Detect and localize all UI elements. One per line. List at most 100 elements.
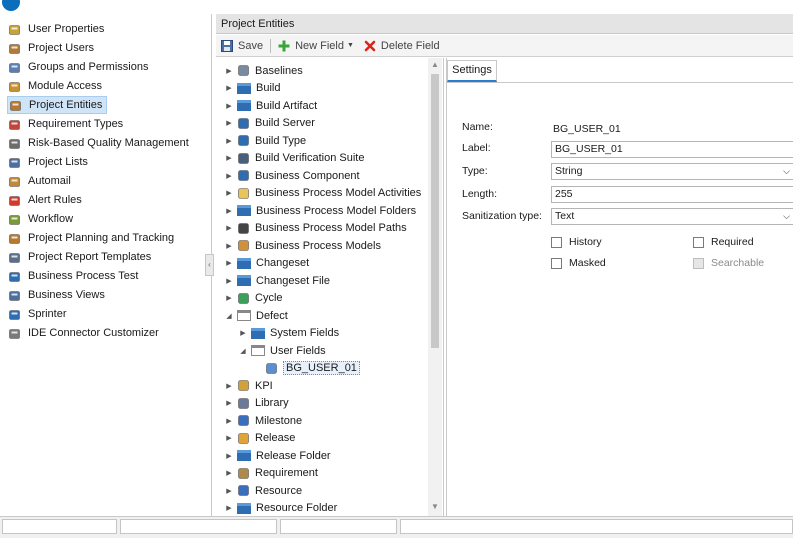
- new-field-button[interactable]: New Field ▼: [273, 37, 359, 55]
- tree-node-library[interactable]: ▶ Library: [224, 395, 288, 412]
- expand-arrow-icon[interactable]: ▶: [224, 382, 234, 390]
- tree-node-kpi[interactable]: ▶ KPI: [224, 377, 272, 394]
- tab-settings[interactable]: Settings: [447, 60, 497, 82]
- tree-node-build-type[interactable]: ▶ Build Type: [224, 132, 306, 149]
- expand-arrow-icon[interactable]: ▶: [224, 487, 234, 495]
- tree-node-milestone[interactable]: ▶ Milestone: [224, 412, 302, 429]
- expand-arrow-icon[interactable]: ▶: [224, 434, 234, 442]
- expand-arrow-icon[interactable]: ▶: [224, 242, 234, 250]
- tree-node-bg-user-01[interactable]: BG_USER_01: [252, 360, 360, 377]
- tree-node-business-process-models[interactable]: ▶ Business Process Models: [224, 237, 381, 254]
- sidebar-item-project-users[interactable]: Project Users: [8, 39, 94, 57]
- history-checkbox[interactable]: History: [551, 236, 602, 248]
- expand-arrow-icon[interactable]: ▶: [224, 154, 234, 162]
- scroll-thumb[interactable]: [431, 74, 439, 348]
- tree-node-changeset[interactable]: ▶ Changeset: [224, 255, 309, 272]
- collapse-sidebar-handle[interactable]: ‹: [205, 254, 214, 276]
- expand-arrow-icon[interactable]: ▶: [224, 469, 234, 477]
- expand-arrow-icon[interactable]: ▶: [224, 452, 234, 460]
- tree-node-requirement[interactable]: ▶ Requirement: [224, 465, 318, 482]
- length-input[interactable]: 255: [551, 186, 793, 203]
- tree-node-cycle[interactable]: ▶ Cycle: [224, 290, 283, 307]
- sidebar-item-user-properties[interactable]: User Properties: [8, 20, 104, 38]
- sidebar-item-project-planning-and-tracking[interactable]: Project Planning and Tracking: [8, 229, 174, 247]
- tree-node-build[interactable]: ▶ Build: [224, 80, 280, 97]
- sidebar-item-project-lists[interactable]: Project Lists: [8, 153, 88, 171]
- tree-node-defect[interactable]: ◢ Defect: [224, 307, 288, 324]
- scroll-up-icon[interactable]: ▲: [428, 60, 442, 72]
- expand-arrow-icon[interactable]: ▶: [224, 224, 234, 232]
- tree-node-user-fields[interactable]: ◢ User Fields: [238, 342, 325, 359]
- expand-arrow-icon[interactable]: ▶: [224, 277, 234, 285]
- expand-arrow-icon[interactable]: ▶: [224, 137, 234, 145]
- delete-field-button[interactable]: Delete Field: [359, 37, 445, 55]
- status-cell: [400, 519, 793, 534]
- milestone-icon: [237, 414, 250, 427]
- scroll-down-icon[interactable]: ▼: [428, 502, 442, 514]
- expand-arrow-icon[interactable]: ▶: [224, 102, 234, 110]
- tree-node-label: Changeset File: [256, 274, 330, 287]
- expand-arrow-icon[interactable]: ▶: [224, 399, 234, 407]
- sidebar-item-sprinter[interactable]: Sprinter: [8, 305, 67, 323]
- expand-arrow-icon[interactable]: ▶: [224, 259, 234, 267]
- sanitization-type-select[interactable]: Text ⌵: [551, 208, 793, 225]
- expand-arrow-icon[interactable]: ▶: [224, 504, 234, 512]
- type-select[interactable]: String ⌵: [551, 163, 793, 180]
- label-input[interactable]: BG_USER_01: [551, 141, 793, 158]
- collapse-arrow-icon[interactable]: ◢: [224, 312, 234, 320]
- sidebar-item-alert-rules[interactable]: Alert Rules: [8, 191, 82, 209]
- expand-arrow-icon[interactable]: ▶: [238, 329, 248, 337]
- tree-node-label: Build Server: [255, 117, 315, 129]
- tree-node-baselines[interactable]: ▶ Baselines: [224, 62, 302, 79]
- tree-node-release-folder[interactable]: ▶ Release Folder: [224, 447, 331, 464]
- sidebar-item-automail[interactable]: Automail: [8, 172, 71, 190]
- tree-node-resource[interactable]: ▶ Resource: [224, 482, 302, 499]
- expand-arrow-icon[interactable]: ▶: [224, 119, 234, 127]
- business-component-icon: [237, 169, 250, 182]
- tree-node-changeset-file[interactable]: ▶ Changeset File: [224, 272, 330, 289]
- expand-arrow-icon[interactable]: ▶: [224, 207, 234, 215]
- tree-node-build-verification-suite[interactable]: ▶ Build Verification Suite: [224, 150, 364, 167]
- tree-node-resource-folder[interactable]: ▶ Resource Folder: [224, 500, 337, 517]
- expand-arrow-icon[interactable]: ▶: [224, 189, 234, 197]
- tree-node-release[interactable]: ▶ Release: [224, 430, 295, 447]
- sidebar-item-project-report-templates[interactable]: Project Report Templates: [8, 248, 151, 266]
- sidebar-item-project-entities[interactable]: Project Entities: [7, 96, 108, 114]
- save-button[interactable]: Save: [216, 37, 268, 55]
- collapse-arrow-icon[interactable]: ◢: [238, 347, 248, 355]
- expand-arrow-icon[interactable]: ▶: [224, 67, 234, 75]
- tree-node-business-process-model-paths[interactable]: ▶ Business Process Model Paths: [224, 220, 406, 237]
- sidebar-item-label: Project Report Templates: [28, 251, 152, 263]
- sidebar-item-ide-connector-customizer[interactable]: IDE Connector Customizer: [8, 324, 159, 342]
- tree-node-label: Cycle: [255, 292, 283, 304]
- expand-arrow-icon[interactable]: ▶: [224, 84, 234, 92]
- searchable-label: Searchable: [711, 257, 765, 269]
- sidebar-item-label: User Properties: [28, 23, 105, 35]
- tree-node-build-artifact[interactable]: ▶ Build Artifact: [224, 97, 317, 114]
- sidebar-item-business-process-test[interactable]: Business Process Test: [8, 267, 138, 285]
- tree-node-business-process-model-activities[interactable]: ▶ Business Process Model Activities: [224, 185, 421, 202]
- tree-node-business-process-model-folders[interactable]: ▶ Business Process Model Folders: [224, 202, 416, 219]
- tree-node-system-fields[interactable]: ▶ System Fields: [238, 325, 339, 342]
- sidebar-item-requirement-types[interactable]: Requirement Types: [8, 115, 123, 133]
- expand-arrow-icon[interactable]: ▶: [224, 172, 234, 180]
- sidebar-item-workflow[interactable]: Workflow: [8, 210, 73, 228]
- tree-node-business-component[interactable]: ▶ Business Component: [224, 167, 359, 184]
- sidebar-item-risk-based-quality-management[interactable]: Risk-Based Quality Management: [8, 134, 189, 152]
- sprinter-icon: [8, 308, 21, 321]
- expand-arrow-icon[interactable]: ▶: [224, 294, 234, 302]
- sidebar-item-business-views[interactable]: Business Views: [8, 286, 105, 304]
- tree-scrollbar[interactable]: ▲ ▼: [428, 58, 442, 516]
- required-checkbox[interactable]: Required: [693, 236, 754, 248]
- requirement-icon: [237, 467, 250, 480]
- expand-arrow-icon[interactable]: ▶: [224, 417, 234, 425]
- masked-checkbox[interactable]: Masked: [551, 257, 606, 269]
- sidebar-item-module-access[interactable]: Module Access: [8, 77, 102, 95]
- sidebar-item-label: Project Planning and Tracking: [28, 232, 175, 244]
- sidebar-item-groups-and-permissions[interactable]: Groups and Permissions: [8, 58, 148, 76]
- user-properties-icon: [8, 23, 21, 36]
- tree-node-label: Release Folder: [256, 449, 331, 462]
- tree-node-build-server[interactable]: ▶ Build Server: [224, 115, 315, 132]
- status-cell: [2, 519, 117, 534]
- risk-icon: [8, 137, 21, 150]
